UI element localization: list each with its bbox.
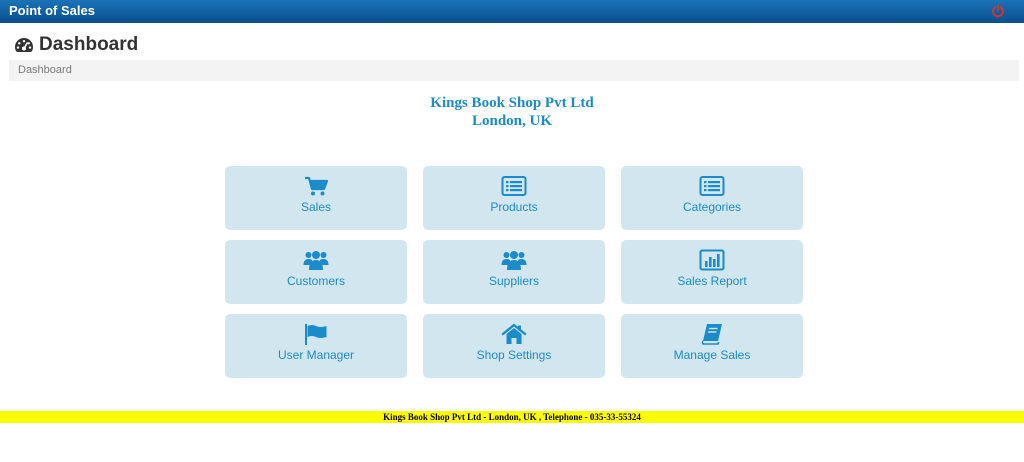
tile-label: Products (490, 200, 538, 214)
shop-header: Kings Book Shop Pvt Ltd London, UK (0, 94, 1024, 130)
shop-location: London, UK (471, 113, 553, 129)
tile-label: Categories (682, 200, 742, 214)
tile-label: Suppliers (488, 274, 540, 288)
user-manager-tile[interactable]: User Manager (225, 314, 407, 378)
dashboard-gauge-icon (15, 38, 33, 52)
page-title: Dashboard (39, 34, 139, 55)
shopping-cart-icon (305, 176, 329, 196)
list-icon (699, 176, 725, 196)
breadcrumb-item: Dashboard (18, 64, 72, 76)
top-navbar: Point of Sales (0, 0, 1024, 23)
breadcrumb: Dashboard (9, 60, 1019, 81)
flag-icon (305, 324, 327, 345)
shop-name: Kings Book Shop Pvt Ltd (430, 95, 594, 111)
users-icon (303, 251, 329, 270)
tile-label: Sales Report (677, 274, 747, 288)
list-icon (501, 176, 527, 196)
categories-tile[interactable]: Categories (621, 166, 803, 230)
bar-chart-icon (699, 249, 725, 271)
tile-label: Manage Sales (673, 348, 751, 362)
customers-tile[interactable]: Customers (225, 240, 407, 304)
app-brand-link[interactable]: Point of Sales (9, 3, 95, 19)
tile-label: User Manager (277, 348, 355, 362)
products-tile[interactable]: Products (423, 166, 605, 230)
tile-label: Shop Settings (476, 348, 552, 362)
home-icon (501, 323, 527, 344)
footer-bar: Kings Book Shop Pvt Ltd - London, UK , T… (0, 411, 1024, 423)
power-icon[interactable] (991, 4, 1005, 18)
page-heading: Dashboard (14, 34, 138, 56)
tile-label: Customers (286, 274, 345, 288)
book-icon (701, 324, 722, 345)
users-icon (501, 251, 527, 270)
sales-tile[interactable]: Sales (225, 166, 407, 230)
shop-settings-tile[interactable]: Shop Settings (423, 314, 605, 378)
manage-sales-tile[interactable]: Manage Sales (621, 314, 803, 378)
suppliers-tile[interactable]: Suppliers (423, 240, 605, 304)
sales-report-tile[interactable]: Sales Report (621, 240, 803, 304)
tile-label: Sales (300, 200, 332, 214)
